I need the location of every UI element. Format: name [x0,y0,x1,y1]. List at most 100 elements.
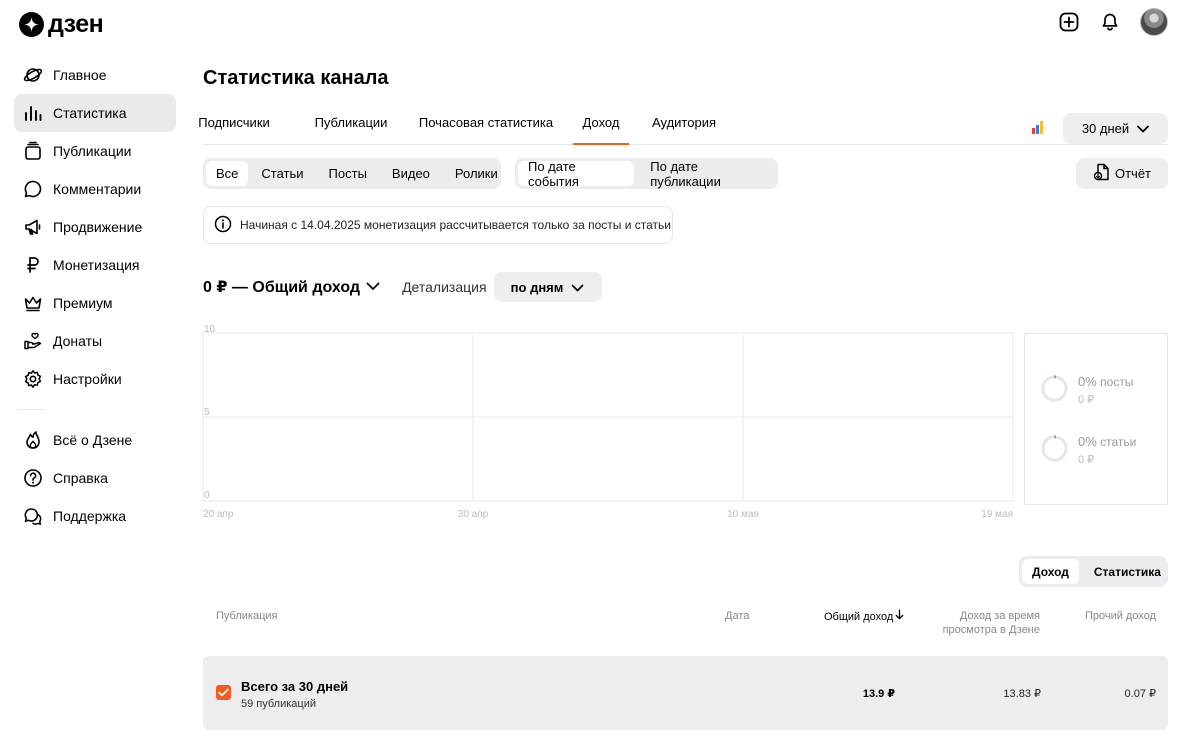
check-icon [218,688,229,697]
date-mode-filter: По дате события По дате публикации [515,158,778,189]
posts-label: посты [1100,375,1134,389]
income-breakdown-card: 0% посты 0 ₽ 0% статьи 0 ₽ [1024,333,1168,505]
chart-x-tick-label: 20 апр [203,509,234,520]
bell-icon[interactable] [1098,10,1122,34]
filter-by-publish-date[interactable]: По дате публикации [640,159,775,189]
ruble-icon [23,255,43,275]
stat-tabs: Подписчики Публикации Почасовая статисти… [198,100,1168,145]
tab-income[interactable]: Доход [573,100,629,145]
articles-percent: 0% [1078,434,1097,449]
tab-publications[interactable]: Публикации [308,100,394,144]
sidebar-item-label: Всё о Дзене [53,432,133,448]
filter-articles[interactable]: Статьи [251,161,313,186]
toggle-income[interactable]: Доход [1022,559,1079,584]
column-header-view-income-line2: просмотра в Дзене [942,624,1040,636]
megaphone-icon [23,217,43,237]
articles-donut [1041,435,1068,462]
dzen-star-icon [19,12,44,37]
income-chart: 10 5 0 20 апр 30 апр 10 мая 19 мая [202,324,1014,520]
metrica-icon[interactable] [1032,121,1043,134]
sidebar-item-premium[interactable]: Премиум [14,284,176,322]
sidebar-item-label: Монетизация [53,257,140,273]
help-icon [23,468,43,488]
table-mode-toggle: Доход Статистика [1019,556,1168,587]
sidebar-item-comments[interactable]: Комментарии [14,170,176,208]
posts-percent: 0% [1078,374,1097,389]
add-content-icon[interactable] [1057,10,1081,34]
info-icon [214,215,232,236]
sidebar-item-support[interactable]: Поддержка [14,497,176,535]
sidebar-item-statistics[interactable]: Статистика [14,94,176,132]
column-header-total[interactable]: Общий доход [824,609,904,624]
chart-y-tick-label: 10 [204,324,216,335]
summary-subtitle: 59 публикаций [241,698,317,710]
total-income-value: 0 ₽ — Общий доход [203,279,361,296]
sidebar-item-label: Статистика [53,105,127,121]
sidebar-item-promotion[interactable]: Продвижение [14,208,176,246]
articles-amount: 0 ₽ [1078,454,1095,466]
summary-title: Всего за 30 дней [241,679,349,694]
report-label: Отчёт [1114,166,1152,181]
sidebar-item-publications[interactable]: Публикации [14,132,176,170]
sidebar-item-label: Продвижение [53,219,143,235]
filter-shorts[interactable]: Ролики [445,161,508,186]
column-header-view-income-line1: Доход за время [959,610,1040,622]
sidebar-item-label: Поддержка [53,508,127,524]
publications-icon [23,141,43,161]
detail-value: по дням [510,279,564,295]
total-income-dropdown[interactable]: 0 ₽ — Общий доход [203,277,380,297]
sidebar-item-label: Комментарии [53,181,142,197]
column-header-publication[interactable]: Публикация [216,609,277,623]
summary-row[interactable]: Всего за 30 дней 59 публикаций 13.9 ₽ 13… [203,656,1168,730]
donate-hand-icon [23,331,43,351]
column-header-date[interactable]: Дата [725,609,749,623]
gear-icon [23,369,43,389]
period-dropdown[interactable]: 30 дней [1063,113,1168,144]
filter-video[interactable]: Видео [382,161,440,186]
sidebar-item-main[interactable]: Главное [14,56,176,94]
chart-x-tick-label: 19 мая [981,509,1013,520]
logo-text: дзен [48,10,104,38]
sidebar-item-label: Настройки [53,371,122,387]
planet-icon [23,65,43,85]
report-button[interactable]: Отчёт [1076,158,1168,189]
crown-icon [23,293,43,313]
summary-other-income: 0.07 ₽ [1124,688,1156,700]
chart-x-tick-label: 10 мая [727,509,759,520]
report-download-icon [1093,162,1111,185]
user-avatar[interactable] [1140,8,1168,36]
chart-x-tick-label: 30 апр [458,509,489,520]
filter-posts[interactable]: Посты [319,161,377,186]
total-income-row: 0 ₽ — Общий доход Детализация по дням [203,272,602,302]
monetization-notice: Начиная с 14.04.2025 монетизация рассчит… [203,206,673,244]
filter-all[interactable]: Все [206,161,249,186]
chevron-down-icon [1137,121,1150,136]
flame-icon [23,430,43,450]
breakdown-articles: 0% статьи 0 ₽ [1040,434,1136,466]
column-header-other-income[interactable]: Прочий доход [1060,609,1156,623]
filter-by-event-date[interactable]: По дате события [518,159,635,189]
tab-subscribers[interactable]: Подписчики [198,100,270,144]
column-header-view-income[interactable]: Доход за время просмотра в Дзене [920,609,1040,637]
notice-text: Начиная с 14.04.2025 монетизация рассчит… [240,218,671,232]
sidebar-item-label: Донаты [53,333,103,349]
sidebar-item-label: Главное [53,67,107,83]
sidebar-item-monetization[interactable]: Монетизация [14,246,176,284]
sidebar-item-donations[interactable]: Донаты [14,322,176,360]
column-header-total-label: Общий доход [824,610,894,623]
detail-label: Детализация [402,279,487,295]
comment-icon [23,179,43,199]
sidebar-item-settings[interactable]: Настройки [14,360,176,398]
tab-hourly-stats[interactable]: Почасовая статистика [415,100,557,144]
support-chat-icon [23,506,43,526]
detail-dropdown[interactable]: по дням [493,272,602,302]
top-actions [1057,8,1168,36]
period-label: 30 дней [1081,121,1130,136]
sidebar: Главное Статистика Публикации Комментари… [14,56,176,535]
sidebar-item-about-dzen[interactable]: Всё о Дзене [14,421,176,459]
sidebar-item-help[interactable]: Справка [14,459,176,497]
tab-audience[interactable]: Аудитория [648,100,720,144]
summary-checkbox[interactable] [216,685,231,700]
dzen-logo[interactable]: дзен [19,10,104,38]
toggle-statistics[interactable]: Статистика [1084,559,1171,584]
